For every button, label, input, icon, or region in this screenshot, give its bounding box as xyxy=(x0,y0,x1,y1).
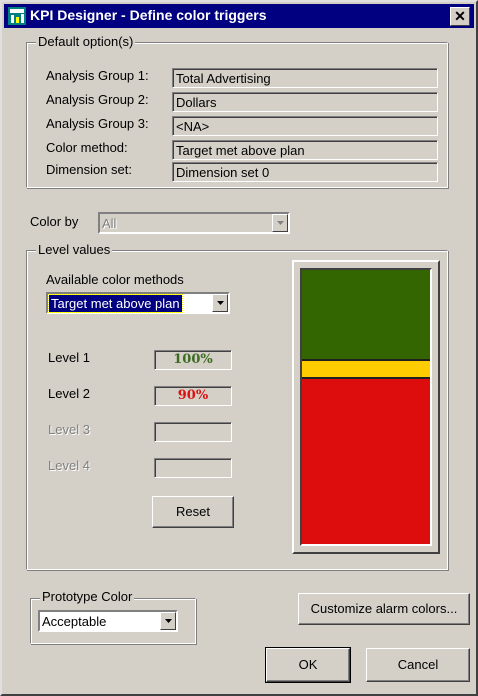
color-by-value: All xyxy=(102,216,117,231)
reset-button[interactable]: Reset xyxy=(152,496,234,528)
chevron-down-icon xyxy=(165,619,172,623)
dialog-window: KPI Designer - Define color triggers ✕ D… xyxy=(0,0,478,696)
default-options-legend: Default option(s) xyxy=(36,34,136,49)
analysis-group-2-label: Analysis Group 2: xyxy=(46,92,149,107)
level-2-label: Level 2 xyxy=(48,386,90,401)
level-4-value xyxy=(154,458,232,478)
band-yellow xyxy=(302,359,430,377)
level-values-legend: Level values xyxy=(36,242,113,257)
cancel-button[interactable]: Cancel xyxy=(366,648,470,682)
color-method-arrow-button[interactable] xyxy=(212,294,228,312)
band-green xyxy=(302,270,430,359)
level-3-label: Level 3 xyxy=(48,422,90,437)
analysis-group-1-field: Total Advertising xyxy=(172,68,438,88)
level-3-value xyxy=(154,422,232,442)
color-by-arrow-button[interactable] xyxy=(272,214,288,232)
color-threshold-preview xyxy=(292,260,440,554)
level-4-label: Level 4 xyxy=(48,458,90,473)
color-method-label: Color method: xyxy=(46,140,128,155)
dimension-set-field: Dimension set 0 xyxy=(172,162,438,182)
title-bar[interactable]: KPI Designer - Define color triggers ✕ xyxy=(4,4,474,28)
ok-button[interactable]: OK xyxy=(265,647,351,683)
prototype-color-dropdown[interactable]: Acceptable xyxy=(38,610,178,632)
analysis-group-1-label: Analysis Group 1: xyxy=(46,68,149,83)
band-red xyxy=(302,377,430,544)
analysis-group-2-field: Dollars xyxy=(172,92,438,112)
prototype-color-value: Acceptable xyxy=(42,614,107,629)
prototype-color-arrow-button[interactable] xyxy=(160,612,176,630)
color-by-label: Color by xyxy=(30,214,79,229)
analysis-group-3-field: <NA> xyxy=(172,116,438,136)
chevron-down-icon xyxy=(217,301,224,305)
level-1-label: Level 1 xyxy=(48,350,90,365)
level-2-value[interactable]: 90% xyxy=(154,386,232,406)
color-method-selected: Target met above plan xyxy=(48,294,183,313)
color-by-dropdown[interactable]: All xyxy=(98,212,290,234)
customize-alarm-colors-button[interactable]: Customize alarm colors... xyxy=(298,593,470,625)
close-button[interactable]: ✕ xyxy=(450,7,470,26)
level-1-value[interactable]: 100% xyxy=(154,350,232,370)
color-method-field: Target met above plan xyxy=(172,140,438,160)
dimension-set-label: Dimension set: xyxy=(46,162,132,177)
kpi-designer-icon xyxy=(8,7,26,25)
available-color-methods-label: Available color methods xyxy=(46,272,184,287)
color-bands xyxy=(300,268,432,546)
chevron-down-icon xyxy=(277,221,284,225)
close-icon: ✕ xyxy=(454,8,466,24)
analysis-group-3-label: Analysis Group 3: xyxy=(46,116,149,131)
color-method-dropdown[interactable]: Target met above plan xyxy=(46,292,230,314)
window-title: KPI Designer - Define color triggers xyxy=(30,7,267,23)
prototype-color-legend: Prototype Color xyxy=(40,589,135,604)
